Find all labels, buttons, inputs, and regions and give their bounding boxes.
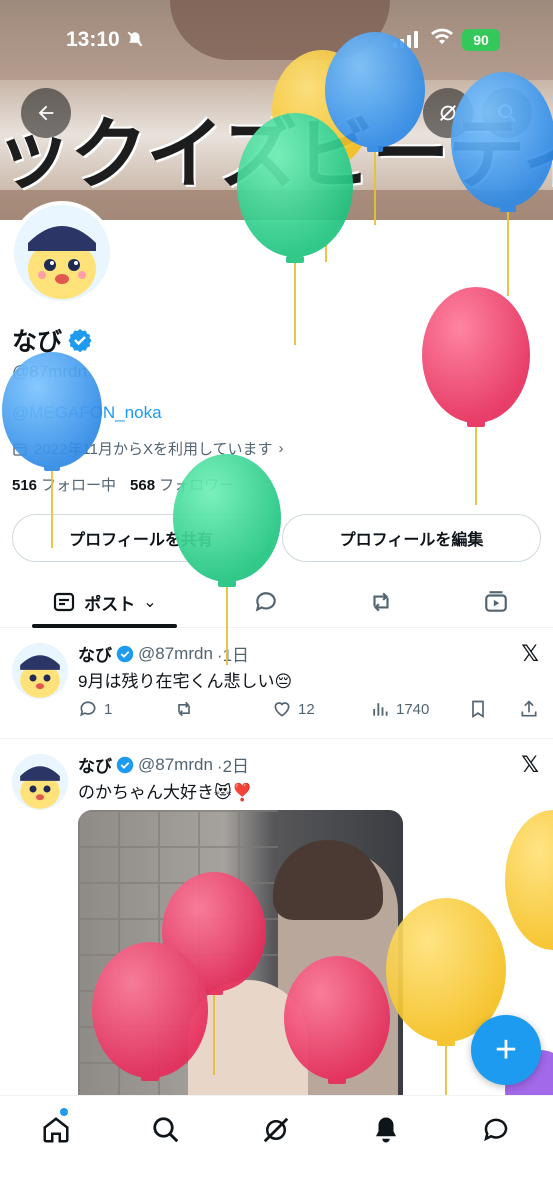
followers-count: 568 <box>130 477 156 494</box>
verified-badge-icon <box>116 645 134 662</box>
search-icon <box>498 104 517 123</box>
reply-bubble-icon <box>255 592 276 612</box>
posts-icon <box>54 592 75 612</box>
post-time: ·2日 <box>216 757 250 776</box>
followers-label: フォロワー <box>159 477 235 494</box>
share-profile-button[interactable]: プロフィールを共有 <box>12 514 270 562</box>
post-actions: 1 12 1740 <box>78 699 543 725</box>
post-author-handle: @87mrdn <box>138 754 213 774</box>
post-author-name: なび <box>78 646 112 665</box>
post-item[interactable]: なび @87mrdn ·1日 𝕏 9月は残り在宅くん悲しい😔 1 12 1740 <box>0 629 553 739</box>
grok-icon <box>439 104 457 122</box>
reply-icon <box>80 701 96 717</box>
tab-posts-label: ポスト <box>84 594 136 614</box>
chevron-down-icon: ⌄ <box>143 594 157 611</box>
message-icon <box>484 1118 508 1142</box>
verified-badge-icon <box>68 329 92 352</box>
bookmark-icon <box>472 700 484 719</box>
wifi-icon <box>430 26 454 52</box>
bell-icon <box>376 1117 396 1143</box>
analytics-icon <box>373 703 388 716</box>
compose-post-button[interactable]: + <box>471 1015 541 1085</box>
views-button[interactable]: 1740 <box>370 699 429 719</box>
status-bar: 13:10 90 <box>0 0 553 80</box>
back-button[interactable] <box>21 88 71 138</box>
repost-icon <box>373 592 389 612</box>
post-author-name: なび <box>78 757 112 776</box>
edit-profile-button[interactable]: プロフィールを編集 <box>282 514 541 562</box>
post-avatar[interactable] <box>12 643 68 699</box>
tab-posts[interactable]: ポスト ⌄ <box>32 576 177 628</box>
plus-icon: + <box>494 1028 518 1071</box>
search-button[interactable] <box>482 88 532 138</box>
cellular-signal-icon <box>393 30 418 48</box>
battery-indicator: 90 <box>462 29 500 51</box>
reply-count: 1 <box>104 700 113 718</box>
profile-tabs: ポスト ⌄ <box>0 576 553 628</box>
x-logo-icon: 𝕏 <box>521 752 539 777</box>
post-photo[interactable] <box>78 810 403 1110</box>
calendar-icon <box>13 443 27 456</box>
tab-replies[interactable] <box>240 576 292 628</box>
notification-dot <box>60 1108 68 1116</box>
tab-media[interactable] <box>470 576 522 628</box>
profile-handle: @87mrdn <box>12 362 87 381</box>
search-icon <box>153 1117 179 1143</box>
post-meta: なび @87mrdn ·2日 <box>78 752 249 777</box>
post-time: ·1日 <box>216 646 250 665</box>
post-avatar[interactable] <box>12 754 68 810</box>
home-icon <box>43 1117 69 1143</box>
repost-icon <box>178 701 190 717</box>
post-author-handle: @87mrdn <box>138 643 213 663</box>
joined-date[interactable]: 2022年11月からXを利用しています › <box>12 438 284 459</box>
arrow-left-icon <box>38 105 54 121</box>
media-icon <box>485 591 507 612</box>
following-count: 516 <box>12 477 38 494</box>
like-count: 12 <box>298 700 315 718</box>
like-button[interactable]: 12 <box>272 699 315 719</box>
tab-reposts[interactable] <box>355 576 407 628</box>
nav-home[interactable] <box>36 1110 76 1150</box>
post-meta: なび @87mrdn ·1日 <box>78 641 249 666</box>
profile-name: なび <box>12 322 92 358</box>
bio-mention-link[interactable]: @MEGAFON_noka <box>12 403 162 423</box>
verified-badge-icon <box>116 756 134 773</box>
grok-button[interactable] <box>423 88 473 138</box>
views-count: 1740 <box>396 700 430 718</box>
share-icon <box>521 700 537 717</box>
status-time: 13:10 <box>66 28 120 51</box>
joined-text: 2022年11月からXを利用しています <box>34 441 273 458</box>
follow-counts: 516 フォロー中 568 フォロワー <box>12 474 234 495</box>
nav-messages[interactable] <box>476 1110 516 1150</box>
following-label: フォロー中 <box>41 477 117 494</box>
photo-person-hair <box>273 840 383 920</box>
reply-button[interactable]: 1 <box>78 699 112 719</box>
profile-avatar[interactable] <box>10 201 114 305</box>
photo-person <box>188 980 308 1110</box>
nav-search[interactable] <box>146 1110 186 1150</box>
bookmark-button[interactable] <box>468 699 488 719</box>
repost-button[interactable] <box>174 699 194 719</box>
heart-icon <box>274 702 290 717</box>
post-text: 9月は残り在宅くん悲しい😔 <box>78 672 293 691</box>
x-logo-icon: 𝕏 <box>521 641 539 666</box>
nav-grok[interactable] <box>256 1110 296 1150</box>
following-count-link[interactable]: 516 フォロー中 <box>12 474 116 495</box>
bottom-navigation <box>0 1095 553 1200</box>
profile-name-text: なび <box>12 328 63 356</box>
share-button[interactable] <box>519 699 539 719</box>
nav-notifications[interactable] <box>366 1110 406 1150</box>
bell-muted-icon <box>126 30 144 53</box>
post-item[interactable]: なび @87mrdn ·2日 𝕏 のかちゃん大好き😻❣️ <box>0 740 553 1110</box>
chevron-right-icon: › <box>278 440 284 457</box>
grok-icon <box>263 1117 289 1143</box>
post-text: のかちゃん大好き😻❣️ <box>78 783 253 802</box>
followers-count-link[interactable]: 568 フォロワー <box>130 474 234 495</box>
